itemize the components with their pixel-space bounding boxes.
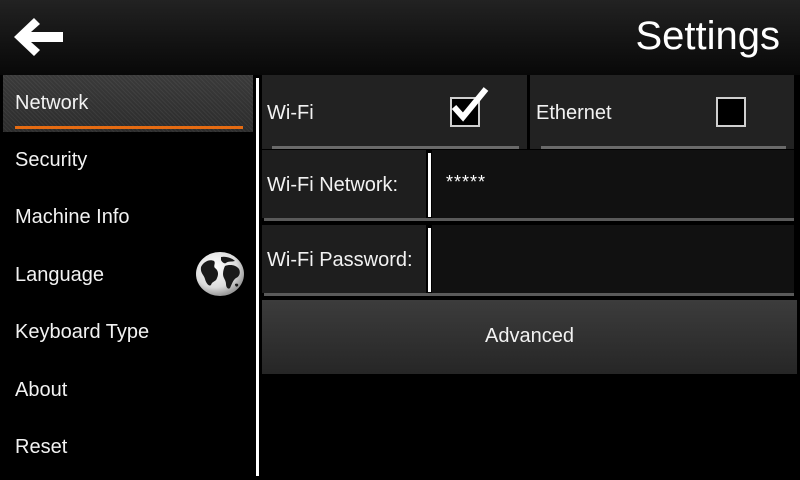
header-bar: Settings — [0, 0, 800, 75]
wifi-network-input[interactable]: ***** — [432, 150, 794, 218]
divider — [272, 146, 519, 149]
page-title: Settings — [635, 14, 780, 58]
network-panel: Wi-Fi Ethernet Wi-Fi Network: ***** Wi-F… — [262, 75, 800, 480]
field-label-cell: Wi-Fi Password: — [262, 225, 426, 293]
wifi-network-row: Wi-Fi Network: ***** — [262, 150, 794, 222]
sidebar-item-reset[interactable]: Reset — [3, 419, 253, 476]
wifi-checkbox[interactable] — [450, 87, 489, 127]
wifi-password-row: Wi-Fi Password: — [262, 225, 794, 297]
back-button[interactable] — [12, 15, 68, 59]
divider — [264, 218, 794, 221]
sidebar: Network Security Machine Info Language K… — [0, 75, 256, 480]
wifi-password-label: Wi-Fi Password: — [267, 249, 413, 271]
checkmark-icon — [451, 87, 489, 122]
sidebar-item-label: Language — [15, 264, 104, 286]
advanced-button[interactable]: Advanced — [262, 300, 797, 374]
divider — [264, 293, 794, 296]
sidebar-item-about[interactable]: About — [3, 362, 253, 419]
wifi-network-value: ***** — [446, 172, 487, 192]
ethernet-label: Ethernet — [536, 102, 612, 124]
sidebar-divider — [256, 78, 259, 476]
advanced-label: Advanced — [485, 325, 574, 347]
wifi-label: Wi-Fi — [267, 102, 314, 124]
active-indicator — [15, 126, 243, 129]
sidebar-item-security[interactable]: Security — [3, 132, 253, 189]
sidebar-item-label: About — [15, 379, 68, 401]
sidebar-item-label: Security — [15, 149, 88, 171]
connection-type-row: Wi-Fi Ethernet — [262, 75, 794, 149]
sidebar-item-label: Keyboard Type — [15, 321, 150, 343]
sidebar-item-network[interactable]: Network — [3, 75, 253, 132]
ethernet-checkbox[interactable] — [716, 97, 746, 127]
wifi-network-label: Wi-Fi Network: — [267, 174, 399, 196]
ethernet-toggle[interactable]: Ethernet — [530, 75, 794, 149]
divider — [541, 146, 786, 149]
field-divider — [428, 228, 431, 292]
sidebar-item-label: Machine Info — [15, 206, 130, 228]
wifi-password-input[interactable] — [432, 225, 794, 293]
sidebar-item-language[interactable]: Language — [3, 247, 253, 304]
wifi-toggle[interactable]: Wi-Fi — [262, 75, 527, 149]
globe-icon — [196, 252, 244, 296]
sidebar-item-machine-info[interactable]: Machine Info — [3, 189, 253, 246]
sidebar-item-keyboard-type[interactable]: Keyboard Type — [3, 304, 253, 361]
field-divider — [428, 153, 431, 217]
sidebar-item-label: Reset — [15, 436, 68, 458]
field-label-cell: Wi-Fi Network: — [262, 150, 426, 218]
arrow-left-icon — [14, 18, 63, 56]
sidebar-item-label: Network — [15, 92, 89, 114]
